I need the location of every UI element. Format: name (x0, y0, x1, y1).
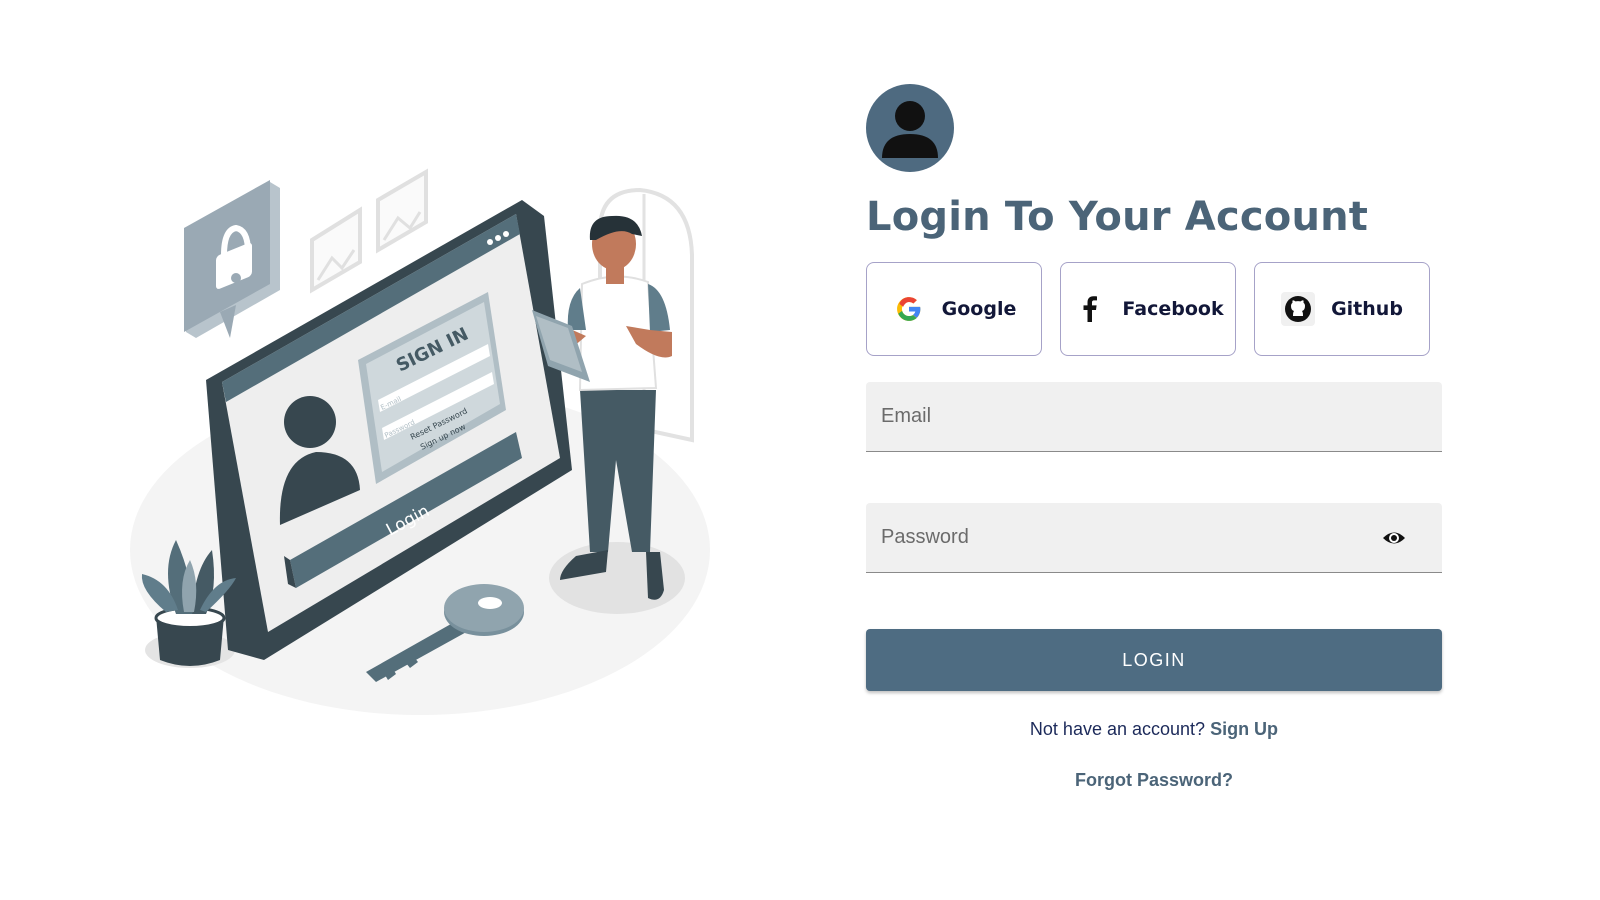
user-silhouette (882, 101, 938, 158)
signup-prompt-line: Not have an account? Sign Up (866, 719, 1442, 740)
login-illustration: SIGN IN E-mail Password Reset Password S… (120, 160, 740, 740)
google-login-button[interactable]: Google (866, 262, 1042, 356)
facebook-label: Facebook (1122, 298, 1224, 320)
eye-icon[interactable] (1382, 527, 1406, 549)
login-panel: Login To Your Account Google Facebook Gi… (866, 84, 1442, 791)
forgot-password-row: Forgot Password? (866, 770, 1442, 791)
google-icon (892, 292, 926, 326)
login-button[interactable]: LOGIN (866, 629, 1442, 691)
password-input[interactable] (881, 503, 1442, 572)
github-login-button[interactable]: Github (1254, 262, 1430, 356)
facebook-login-button[interactable]: Facebook (1060, 262, 1236, 356)
social-login-row: Google Facebook Github (866, 262, 1442, 356)
github-label: Github (1331, 298, 1403, 320)
password-field[interactable] (866, 503, 1442, 573)
email-input[interactable] (881, 382, 1442, 451)
user-avatar-icon (866, 84, 954, 172)
facebook-icon (1072, 292, 1106, 326)
google-label: Google (941, 298, 1017, 320)
email-field[interactable] (866, 382, 1442, 452)
forgot-password-link[interactable]: Forgot Password? (1075, 770, 1233, 790)
github-icon (1281, 292, 1316, 326)
illustration-svg: SIGN IN E-mail Password Reset Password S… (130, 168, 710, 715)
signup-prompt-text: Not have an account? (1029, 719, 1206, 739)
signup-link[interactable]: Sign Up (1210, 719, 1278, 739)
lock-bubble (184, 180, 280, 338)
page-title: Login To Your Account (866, 194, 1369, 240)
